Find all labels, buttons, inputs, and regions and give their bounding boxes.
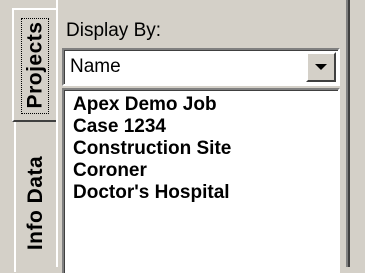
tab-projects-label: Projects [23, 21, 46, 109]
vertical-tab-strip: Info Data Projects [0, 0, 58, 272]
content-left-edge [56, 0, 58, 267]
display-by-selected-value: Name [70, 56, 121, 77]
tab-info-data[interactable]: Info Data [14, 122, 56, 272]
dropdown-button[interactable] [306, 52, 336, 82]
project-panel: Info Data Projects Display By: Name Apex… [0, 0, 365, 273]
content-right-dark-edge [348, 0, 350, 267]
list-item[interactable]: Construction Site [73, 138, 338, 160]
display-by-label: Display By: [66, 20, 162, 41]
projects-listbox[interactable]: Apex Demo Job Case 1234 Construction Sit… [62, 88, 340, 273]
list-item[interactable]: Case 1234 [73, 116, 338, 138]
list-item[interactable]: Doctor's Hospital [73, 182, 338, 204]
display-by-dropdown[interactable]: Name [62, 48, 340, 86]
tab-info-data-label: Info Data [24, 155, 47, 251]
tab-projects[interactable]: Projects [12, 8, 56, 122]
list-item[interactable]: Apex Demo Job [73, 94, 338, 116]
chevron-down-icon [315, 63, 327, 70]
list-item[interactable]: Coroner [73, 160, 338, 182]
